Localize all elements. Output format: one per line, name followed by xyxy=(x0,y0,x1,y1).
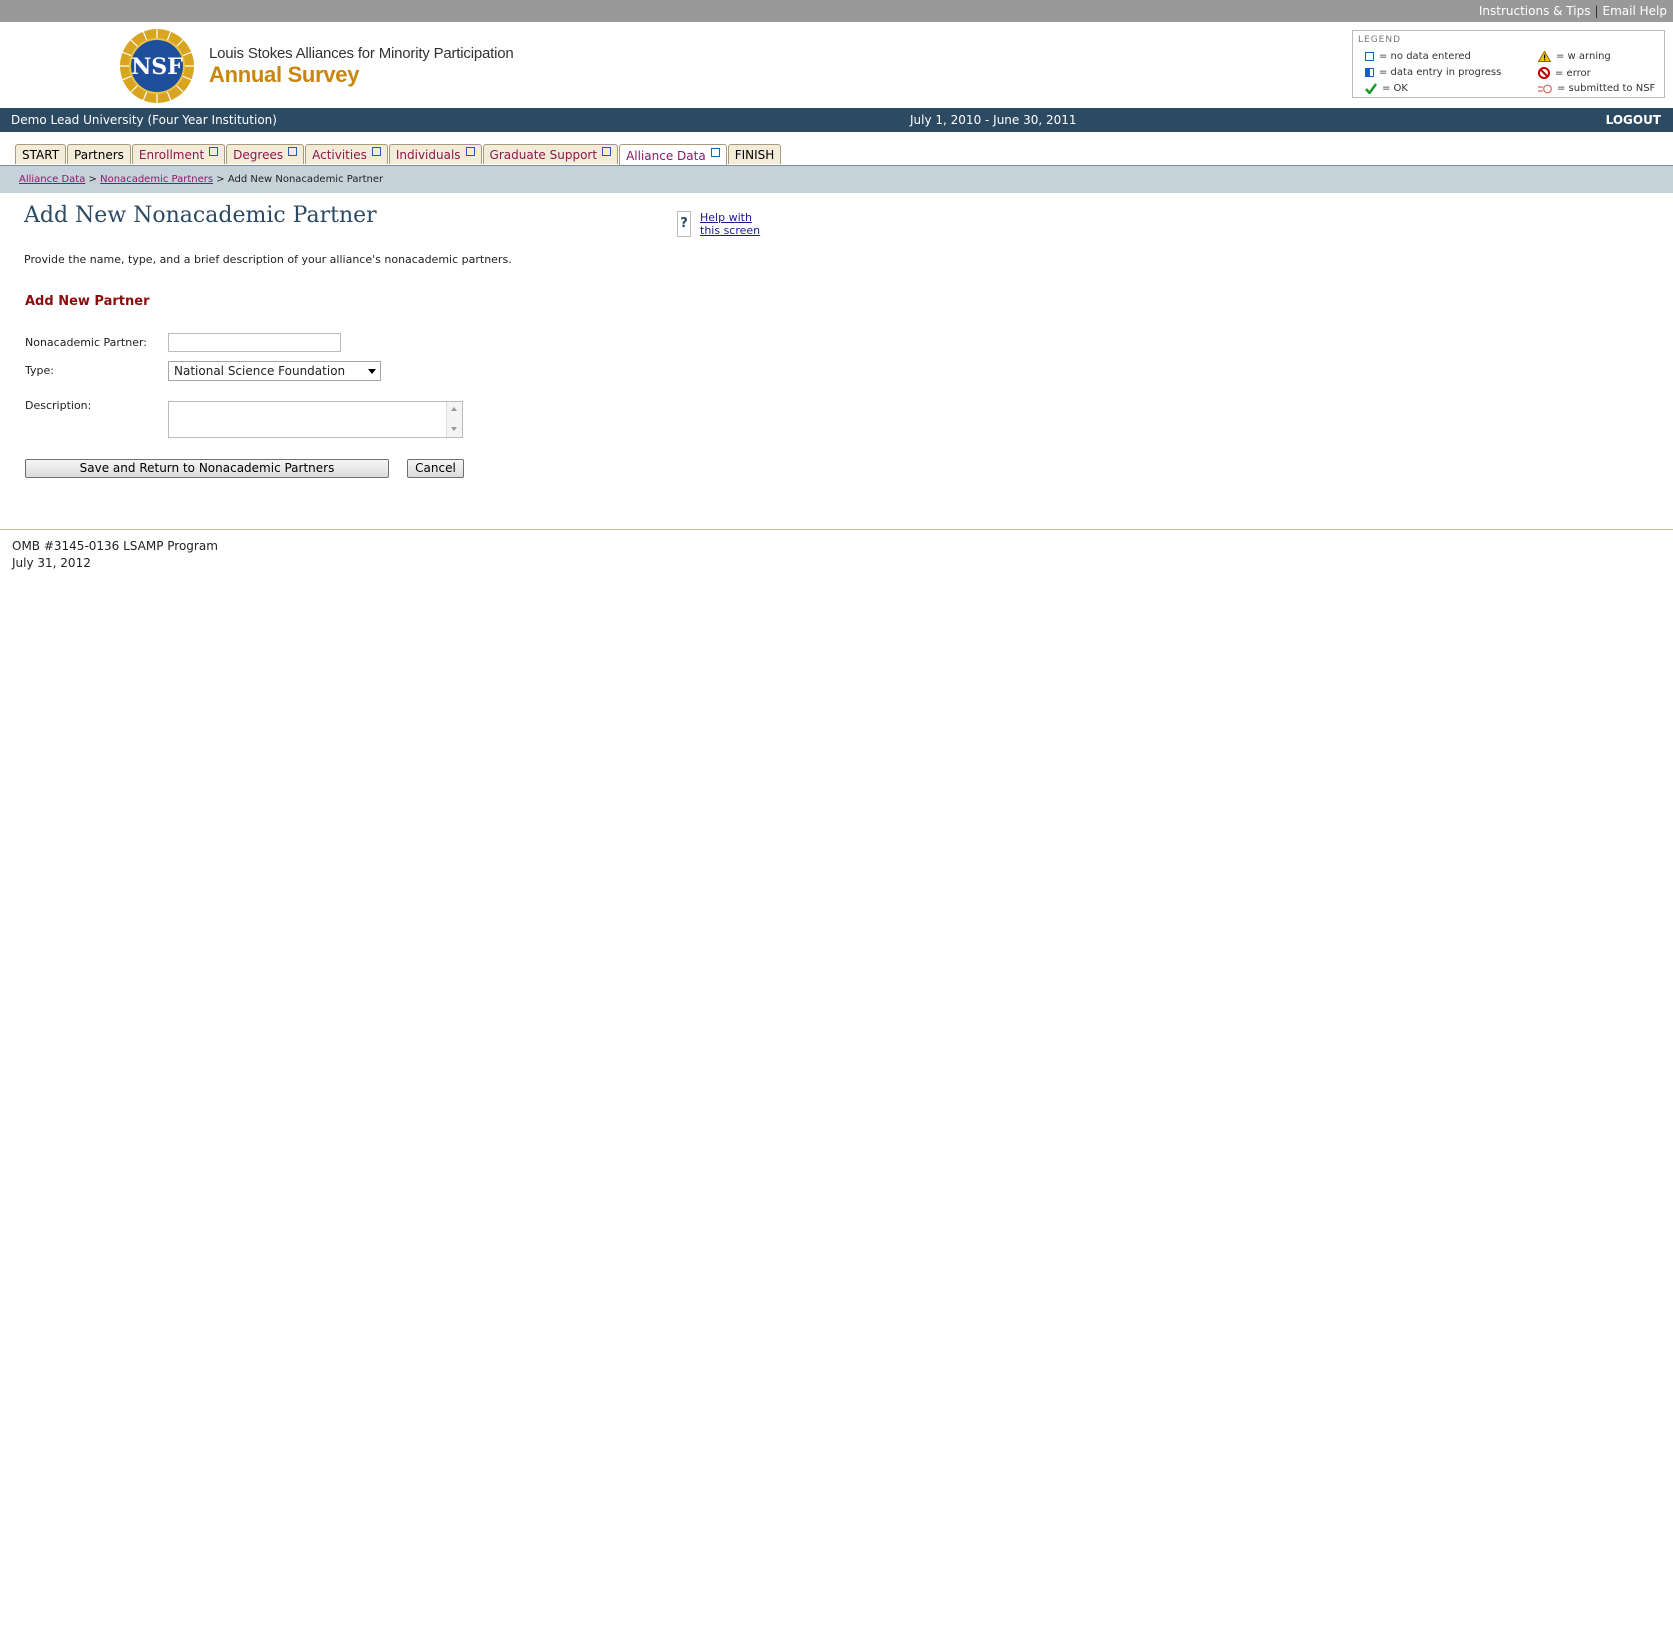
half-box-icon xyxy=(1365,68,1374,77)
tab-label: Partners xyxy=(74,147,124,162)
legend-item-submitted: = submitted to NSF xyxy=(1538,83,1655,94)
legend-item-no-data: = no data entered xyxy=(1365,51,1471,62)
nsf-logo-text: NSF xyxy=(131,54,183,80)
legend-label: = error xyxy=(1555,67,1591,79)
help-link[interactable]: ? Help with this screen xyxy=(677,211,760,237)
institution-name: Demo Lead University (Four Year Institut… xyxy=(11,113,277,127)
tab-label: Activities xyxy=(312,147,367,162)
no-data-status-icon xyxy=(371,147,381,156)
legend-label: = w arning xyxy=(1556,51,1611,62)
cancel-button[interactable]: Cancel xyxy=(407,459,464,478)
tab-start[interactable]: START xyxy=(15,144,67,164)
context-bar: Demo Lead University (Four Year Institut… xyxy=(0,108,1673,132)
legend-item-warning: = w arning xyxy=(1538,51,1611,62)
partner-name-input[interactable] xyxy=(168,333,341,352)
reporting-period: July 1, 2010 - June 30, 2011 xyxy=(910,113,1077,127)
help-text-line2: this screen xyxy=(700,224,761,237)
tab-activities[interactable]: Activities xyxy=(305,144,388,164)
section-tabs: START Partners Enrollment Degrees Activi… xyxy=(15,144,782,166)
no-data-status-icon xyxy=(209,147,219,156)
breadcrumb: Alliance Data > Nonacademic Partners > A… xyxy=(0,166,1673,193)
breadcrumb-current: Add New Nonacademic Partner xyxy=(227,174,384,185)
tab-individuals[interactable]: Individuals xyxy=(388,144,482,164)
legend-label: = data entry in progress xyxy=(1379,67,1502,78)
breadcrumb-alliance-data-link[interactable]: Alliance Data xyxy=(19,174,85,185)
partner-label: Nonacademic Partner: xyxy=(25,336,148,349)
breadcrumb-separator: > xyxy=(88,174,97,185)
tab-label: Graduate Support xyxy=(489,147,598,162)
survey-title: Annual Survey xyxy=(209,62,360,87)
breadcrumb-nonacademic-partners-link[interactable]: Nonacademic Partners xyxy=(100,174,213,185)
tab-finish[interactable]: FINISH xyxy=(727,144,782,164)
legend-label: = OK xyxy=(1382,83,1408,94)
email-help-link[interactable]: Email Help xyxy=(1603,4,1667,18)
no-data-status-icon xyxy=(602,147,612,156)
breadcrumb-separator: > xyxy=(216,174,225,185)
no-data-status-icon xyxy=(710,148,720,157)
help-text-line1: Help with xyxy=(700,211,752,224)
status-legend: LEGEND = no data entered = data entry in… xyxy=(1352,30,1665,98)
tab-alliance-data[interactable]: Alliance Data xyxy=(619,144,727,166)
help-text[interactable]: Help with this screen xyxy=(700,211,760,237)
top-utility-bar: Instructions & Tips | Email Help xyxy=(0,0,1673,22)
legend-label: = no data entered xyxy=(1379,51,1471,62)
page-footer: OMB #3145-0136 LSAMP Program July 31, 20… xyxy=(12,538,218,572)
scroll-up-icon[interactable] xyxy=(451,407,457,411)
scroll-down-icon[interactable] xyxy=(451,427,457,431)
top-link-separator: | xyxy=(1594,4,1599,18)
omb-number: OMB #3145-0136 LSAMP Program xyxy=(12,539,218,553)
nsf-logo: NSF xyxy=(120,29,194,103)
instructions-link[interactable]: Instructions & Tips xyxy=(1479,4,1591,18)
warning-icon xyxy=(1538,51,1551,62)
submitted-icon xyxy=(1538,84,1552,93)
legend-heading: LEGEND xyxy=(1358,35,1402,45)
tab-enrollment[interactable]: Enrollment xyxy=(131,144,226,164)
logout-link[interactable]: LOGOUT xyxy=(1606,108,1661,132)
tab-label: Degrees xyxy=(233,147,284,162)
type-select-value: National Science Foundation xyxy=(174,364,346,378)
tab-graduate-support[interactable]: Graduate Support xyxy=(482,144,619,164)
empty-box-icon xyxy=(1365,52,1374,61)
save-return-button[interactable]: Save and Return to Nonacademic Partners xyxy=(25,459,389,478)
description-textarea[interactable] xyxy=(168,401,463,438)
type-select[interactable]: National Science Foundation xyxy=(168,361,381,381)
tab-degrees[interactable]: Degrees xyxy=(226,144,305,164)
tab-label: FINISH xyxy=(734,147,775,162)
legend-item-in-progress: = data entry in progress xyxy=(1365,67,1501,78)
legend-label: = submitted to NSF xyxy=(1557,83,1656,94)
error-icon xyxy=(1538,67,1550,79)
textarea-scrollbar[interactable] xyxy=(446,402,462,437)
chevron-down-icon xyxy=(368,369,376,374)
page-title: Add New Nonacademic Partner xyxy=(24,203,377,228)
help-icon: ? xyxy=(677,211,691,237)
no-data-status-icon xyxy=(465,147,475,156)
no-data-status-icon xyxy=(288,147,298,156)
checkmark-icon xyxy=(1365,83,1377,94)
section-heading: Add New Partner xyxy=(25,294,150,309)
description-label: Description: xyxy=(25,399,92,412)
legend-item-ok: = OK xyxy=(1365,83,1408,94)
tab-label: Individuals xyxy=(395,147,461,162)
tab-partners[interactable]: Partners xyxy=(67,144,131,164)
tab-label: START xyxy=(22,147,60,162)
footer-divider xyxy=(0,529,1673,530)
tab-label: Alliance Data xyxy=(626,148,706,163)
page-intro: Provide the name, type, and a brief desc… xyxy=(24,253,512,266)
footer-date: July 31, 2012 xyxy=(12,556,91,570)
program-title: Louis Stokes Alliances for Minority Part… xyxy=(209,45,514,62)
legend-item-error: = error xyxy=(1538,67,1591,79)
tab-label: Enrollment xyxy=(138,147,205,162)
type-label: Type: xyxy=(25,364,54,377)
